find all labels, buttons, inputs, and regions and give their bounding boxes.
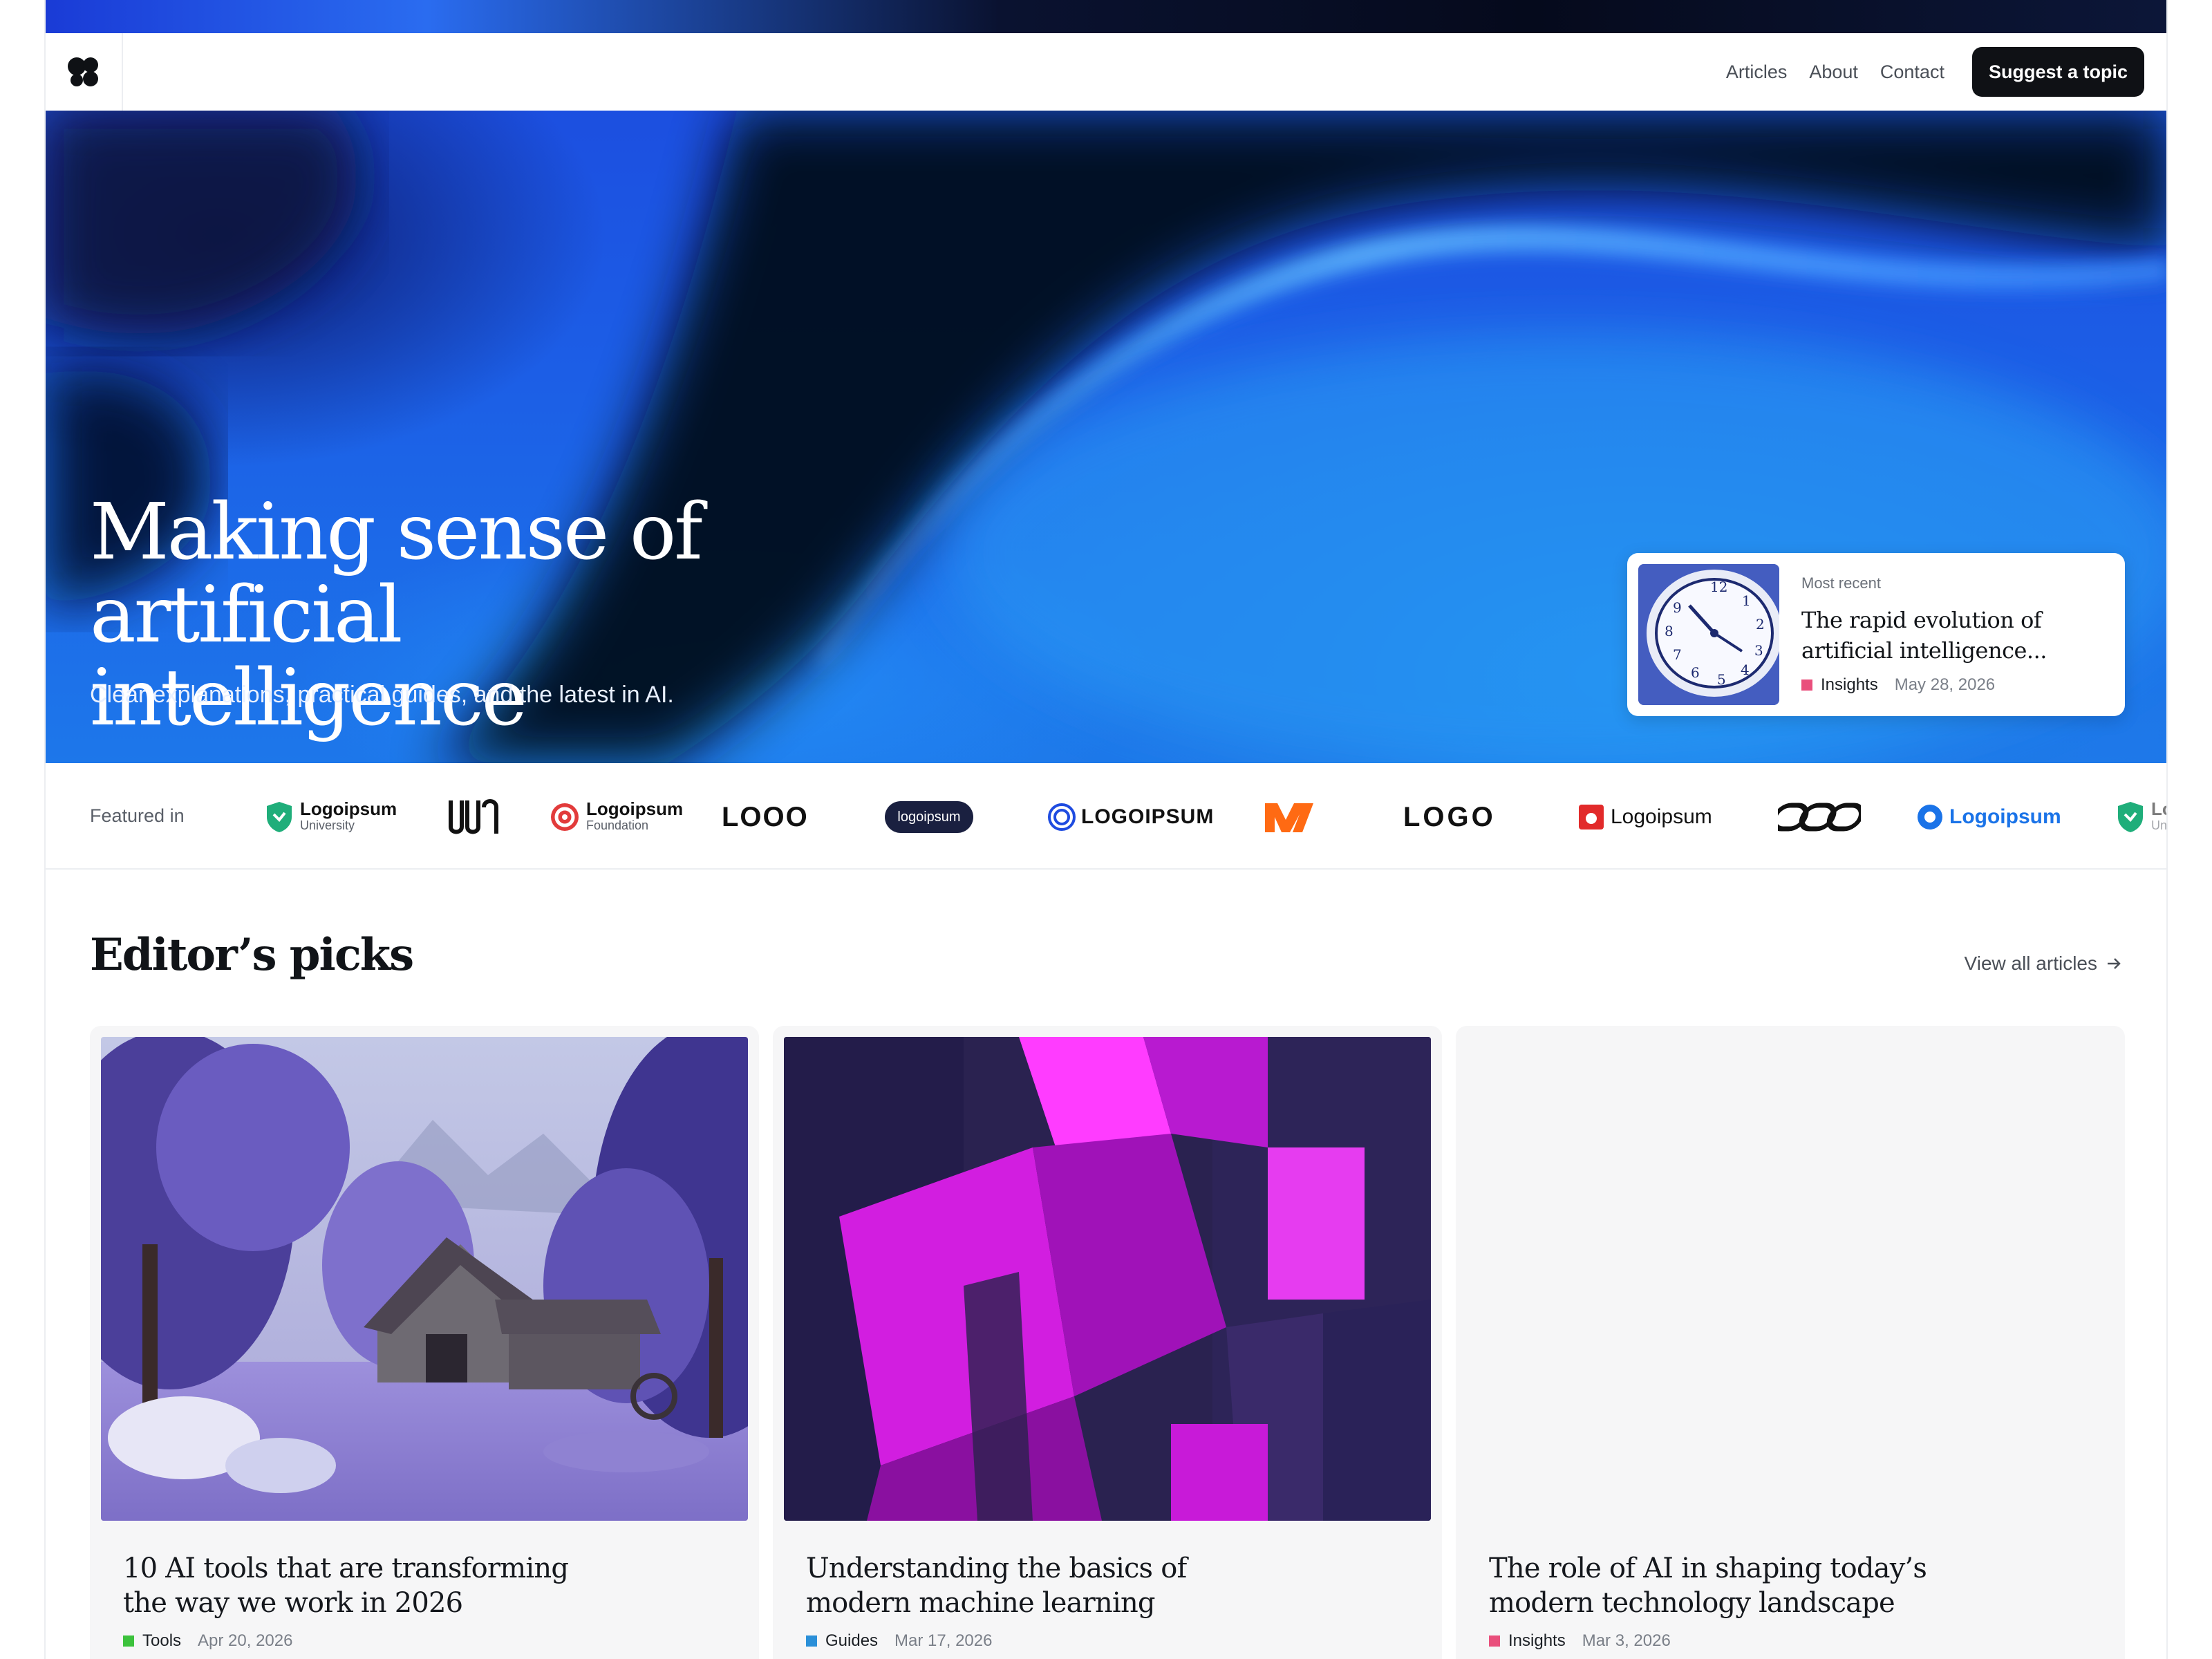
logo-pill: logoipsum <box>885 798 973 836</box>
nav-links: Articles About Contact Suggest a topic <box>1726 47 2166 97</box>
featured-in-strip: Featured in Logoipsum University Logoipsu… <box>46 763 2166 870</box>
article-title[interactable]: 10 AI tools that are transforming the wa… <box>123 1551 607 1620</box>
burst-logo-icon <box>1579 805 1604 830</box>
svg-text:4: 4 <box>1741 662 1750 678</box>
category-label: Insights <box>1821 675 1878 694</box>
article-image-placeholder <box>1467 1037 2114 1521</box>
magenta-blocks-image <box>784 1037 1431 1521</box>
publish-date: Mar 3, 2026 <box>1582 1631 1671 1650</box>
suggest-topic-button[interactable]: Suggest a topic <box>1971 47 2144 97</box>
category-label: Tools <box>142 1631 182 1650</box>
brand-logo[interactable] <box>46 33 123 111</box>
view-all-articles-link[interactable]: View all articles <box>1965 953 2122 975</box>
clock-image: 12 1 2 345 678 9 <box>1638 564 1779 705</box>
svg-text:2: 2 <box>1756 616 1765 632</box>
featured-label: Featured in <box>90 805 185 826</box>
article-meta: Guides Mar 17, 2026 <box>806 1631 992 1651</box>
article-meta: Insights Mar 3, 2026 <box>1489 1631 1671 1651</box>
top-gradient-strip <box>46 0 2166 33</box>
svg-text:5: 5 <box>1717 671 1726 688</box>
article-card[interactable]: Understanding the basics of modern machi… <box>773 1026 1442 1659</box>
publish-date: Mar 17, 2026 <box>894 1631 993 1650</box>
ring-logo-icon <box>1918 805 1942 830</box>
most-recent-label: Most recent <box>1801 574 1881 592</box>
logo-looo: LOOO <box>722 801 809 832</box>
logo-logoipsum-red: Logoipsum <box>1577 798 1712 836</box>
brand-blob-icon <box>68 57 98 86</box>
svg-text:6: 6 <box>1691 664 1700 681</box>
logo-logoipsum-blue: LOGOIPSUM <box>1048 798 1214 836</box>
most-recent-card[interactable]: 12 1 2 345 678 9 Most recent The rapid evo… <box>1627 553 2125 716</box>
spiral-logo-icon <box>551 803 579 831</box>
category-dot <box>806 1635 817 1647</box>
article-meta: Tools Apr 20, 2026 <box>123 1631 292 1651</box>
publish-date: Apr 20, 2026 <box>198 1631 293 1650</box>
category-dot <box>1489 1635 1500 1647</box>
m-logo-icon <box>1265 803 1313 832</box>
logo-mark-orange <box>1262 798 1316 836</box>
article-title[interactable]: The role of AI in shaping today’s modern… <box>1489 1551 1973 1620</box>
shield-logo-icon-2 <box>2118 802 2143 832</box>
category-dot <box>123 1635 134 1647</box>
most-recent-title[interactable]: The rapid evolution of artificial intell… <box>1801 605 2114 666</box>
logo-mark-1 <box>447 798 499 836</box>
logo-logoipsum-blue2: Logoipsum <box>1916 798 2061 836</box>
page-frame: Articles About Contact Suggest a topic M… <box>44 0 2168 1659</box>
hero-subtitle: Clear explanations, practical guides, an… <box>90 682 674 708</box>
category-label: Insights <box>1508 1631 1566 1650</box>
svg-text:7: 7 <box>1673 646 1682 663</box>
navbar: Articles About Contact Suggest a topic <box>46 33 2166 111</box>
fingerprint-logo-icon <box>1048 803 1076 831</box>
category-dot <box>1801 679 1812 691</box>
article-title[interactable]: Understanding the basics of modern machi… <box>806 1551 1290 1620</box>
most-recent-meta: Insights May 28, 2026 <box>1801 675 2114 695</box>
forest-cabin-image <box>101 1037 748 1521</box>
article-card[interactable]: The role of AI in shaping today’s modern… <box>1456 1026 2125 1659</box>
svg-text:9: 9 <box>1673 599 1682 616</box>
category-label: Guides <box>825 1631 879 1650</box>
logo-university: Logoipsum University <box>264 798 397 836</box>
most-recent-text: Most recent The rapid evolution of artif… <box>1801 574 2114 695</box>
hero-banner: Making sense of artificial intelligence … <box>46 111 2166 763</box>
nav-link-articles[interactable]: Articles <box>1726 62 1788 83</box>
svg-text:12: 12 <box>1710 579 1727 595</box>
publish-date: May 28, 2026 <box>1894 675 1996 694</box>
logo-links <box>1778 798 1861 836</box>
chain-logo-icon <box>1778 803 1861 832</box>
svg-text:3: 3 <box>1754 642 1763 659</box>
wordmark-logo-icon <box>449 799 498 834</box>
nav-link-contact[interactable]: Contact <box>1880 62 1944 83</box>
view-all-label: View all articles <box>1964 953 2097 974</box>
article-card[interactable]: 10 AI tools that are transforming the wa… <box>90 1026 759 1659</box>
svg-text:1: 1 <box>1742 592 1751 609</box>
svg-text:8: 8 <box>1665 623 1674 639</box>
shield-logo-icon <box>267 802 292 832</box>
logo-foundation: Logoipsum Foundation <box>549 798 683 836</box>
logo-logo: LOGO <box>1403 801 1496 832</box>
logo-university-2: LogoipsUniversi <box>2115 798 2166 836</box>
editors-picks-title: Editor’s picks <box>90 929 414 981</box>
nav-link-about[interactable]: About <box>1809 62 1858 83</box>
arrow-right-icon <box>2108 958 2121 969</box>
